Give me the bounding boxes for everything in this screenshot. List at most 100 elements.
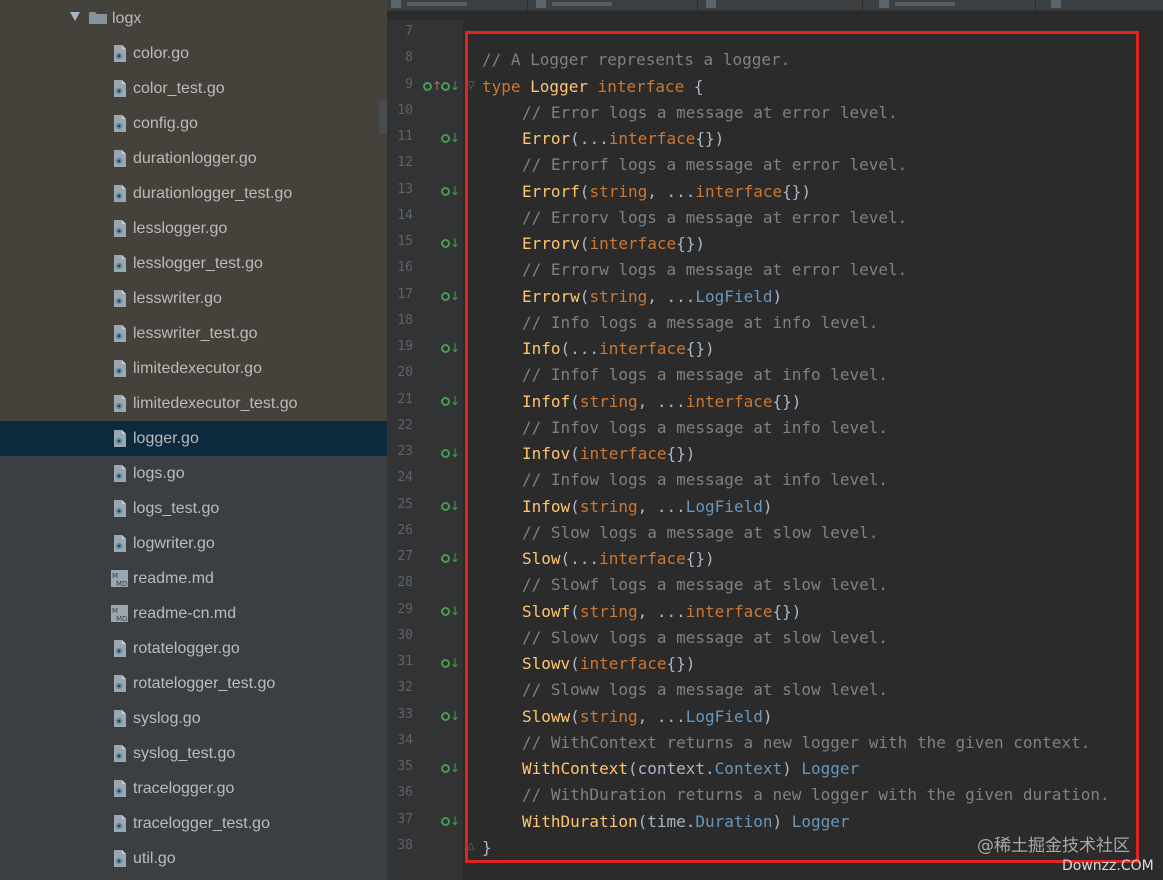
implemented-marker-icon[interactable] (441, 501, 450, 511)
implemented-marker-icon[interactable] (441, 659, 450, 668)
go-to-implementation-icon[interactable]: ↓ (450, 500, 460, 512)
code-line[interactable]: Info(...interface{}) (522, 336, 715, 362)
code-line[interactable]: Errorf(string, ...interface{}) (522, 179, 811, 205)
code-line[interactable]: // Infof logs a message at info level. (522, 362, 888, 388)
tree-file-item[interactable]: limitedexecutor_test.go (0, 386, 387, 421)
implemented-marker-icon[interactable] (441, 449, 450, 458)
code-line[interactable]: Errorv(interface{}) (522, 231, 705, 257)
tree-file-item[interactable]: color_test.go (0, 71, 387, 106)
tree-file-item[interactable]: rotatelogger.go (0, 631, 387, 666)
tree-file-item[interactable]: tracelogger.go (0, 771, 387, 806)
code-line[interactable]: Infof(string, ...interface{}) (522, 389, 801, 415)
implemented-marker-icon[interactable] (441, 134, 450, 143)
go-to-implementation-icon[interactable]: ↓ (450, 237, 460, 249)
fold-marker-icon[interactable]: ▽ (467, 80, 475, 91)
implemented-marker-icon[interactable] (441, 396, 450, 406)
tree-file-item[interactable]: tracelogger_test.go (0, 806, 387, 841)
go-to-implementation-icon[interactable]: ↓ (450, 762, 460, 774)
tree-file-item[interactable]: rotatelogger_test.go (0, 666, 387, 701)
tree-file-item[interactable]: logwriter.go (0, 526, 387, 561)
implemented-marker-icon[interactable] (441, 711, 450, 721)
code-line[interactable]: Slowv(interface{}) (522, 651, 695, 677)
code-line[interactable]: // Slowf logs a message at slow level. (522, 572, 888, 598)
tree-file-item[interactable]: limitedexecutor.go (0, 351, 387, 386)
tree-file-item[interactable]: logs.go (0, 456, 387, 491)
tree-file-item[interactable]: durationlogger_test.go (0, 176, 387, 211)
code-line[interactable]: Slow(...interface{}) (522, 546, 715, 572)
tree-file-item[interactable]: M MD readme.md (0, 561, 387, 596)
code-line[interactable]: // Errorf logs a message at error level. (522, 152, 907, 178)
go-to-implementation-icon[interactable]: ↓ (450, 710, 460, 722)
code-token-plain: ) (762, 706, 773, 726)
code-line[interactable]: // Errorv logs a message at error level. (522, 205, 907, 231)
go-to-implementation-icon[interactable]: ↓ (450, 552, 460, 564)
implemented-marker-icon[interactable] (441, 239, 450, 248)
go-to-implementation-icon[interactable]: ↓ (450, 447, 460, 459)
go-to-implementation-icon[interactable]: ↓ (450, 185, 460, 197)
go-to-implementation-icon[interactable]: ↓ (450, 395, 460, 407)
code-line[interactable]: Error(...interface{}) (522, 126, 724, 152)
go-to-implementation-icon[interactable]: ↓ (450, 815, 460, 827)
implemented-marker-icon[interactable] (441, 81, 450, 91)
implemented-marker-icon[interactable] (441, 186, 450, 196)
tree-file-item[interactable]: util.go (0, 841, 387, 876)
editor-tab[interactable] (387, 0, 528, 10)
tree-file-item[interactable]: logger.go (0, 421, 387, 456)
code-line[interactable]: Infov(interface{}) (522, 441, 695, 467)
fold-marker-icon[interactable]: △ (467, 841, 475, 852)
go-to-implementation-icon[interactable]: ↓ (450, 605, 460, 617)
code-line[interactable]: // Slowv logs a message at slow level. (522, 625, 888, 651)
go-to-super-icon[interactable]: ↑ (432, 80, 442, 92)
tree-file-item[interactable]: config.go (0, 106, 387, 141)
code-line[interactable]: // WithContext returns a new logger with… (522, 730, 1090, 756)
editor-gutter[interactable]: 7 8 9 ↓ ↑ 10 11 ↓ 12 13 ↓ 14 15 ↓ 16 17 ↓ 18 19 ↓ 20 21 ↓ 22 23 ↓… (387, 20, 463, 880)
tree-file-item[interactable]: durationlogger.go (0, 141, 387, 176)
editor-tab[interactable] (1047, 0, 1163, 10)
code-line[interactable]: // Sloww logs a message at slow level. (522, 677, 888, 703)
code-line[interactable]: Infow(string, ...LogField) (522, 494, 772, 520)
code-line[interactable]: WithContext(context.Context) Logger (522, 756, 859, 782)
go-to-implementation-icon[interactable]: ↓ (450, 657, 460, 669)
tree-file-item[interactable]: syslog_test.go (0, 736, 387, 771)
code-line[interactable]: // Slow logs a message at slow level. (522, 520, 878, 546)
code-line[interactable]: Slowf(string, ...interface{}) (522, 599, 801, 625)
code-line[interactable]: // A Logger represents a logger. (482, 47, 790, 73)
code-line[interactable]: Sloww(string, ...LogField) (522, 704, 772, 730)
tree-folder-logx[interactable]: logx (0, 1, 387, 36)
tree-file-item[interactable]: syslog.go (0, 701, 387, 736)
code-line[interactable]: WithDuration(time.Duration) Logger (522, 809, 850, 835)
code-line[interactable]: // Infov logs a message at info level. (522, 415, 888, 441)
implemented-marker-icon[interactable] (441, 816, 450, 826)
code-line[interactable]: // Error logs a message at error level. (522, 100, 898, 126)
go-to-implementation-icon[interactable]: ↓ (450, 342, 460, 354)
implements-marker-icon[interactable] (423, 81, 432, 91)
implemented-marker-icon[interactable] (441, 554, 450, 563)
code-line[interactable]: } (482, 835, 492, 861)
tree-file-item[interactable]: lesslogger.go (0, 211, 387, 246)
editor-tab[interactable] (532, 0, 698, 10)
editor-tab[interactable] (875, 0, 1036, 10)
go-to-implementation-icon[interactable]: ↓ (450, 290, 460, 302)
implemented-marker-icon[interactable] (441, 606, 450, 616)
code-line[interactable]: Errorw(string, ...LogField) (522, 284, 782, 310)
code-line[interactable]: type Logger interface { (482, 74, 704, 100)
implemented-marker-icon[interactable] (441, 344, 450, 353)
implemented-marker-icon[interactable] (441, 764, 450, 773)
code-editor[interactable]: 7 8 9 ↓ ↑ 10 11 ↓ 12 13 ↓ 14 15 ↓ 16 17 ↓ 18 19 ↓ 20 21 ↓ 22 23 ↓… (387, 0, 1163, 880)
expand-arrow-icon[interactable] (70, 12, 80, 21)
editor-tab[interactable] (702, 0, 863, 10)
tree-scrollbar[interactable] (379, 100, 387, 134)
tree-file-item[interactable]: M MD readme-cn.md (0, 596, 387, 631)
code-line[interactable]: // Infow logs a message at info level. (522, 467, 888, 493)
implemented-marker-icon[interactable] (441, 291, 450, 301)
go-to-implementation-icon[interactable]: ↓ (450, 80, 460, 92)
tree-file-item[interactable]: lesswriter.go (0, 281, 387, 316)
code-line[interactable]: // Info logs a message at info level. (522, 310, 878, 336)
code-line[interactable]: // WithDuration returns a new logger wit… (522, 782, 1110, 808)
go-to-implementation-icon[interactable]: ↓ (450, 132, 460, 144)
tree-file-item[interactable]: lesslogger_test.go (0, 246, 387, 281)
code-line[interactable]: // Errorw logs a message at error level. (522, 257, 907, 283)
tree-file-item[interactable]: logs_test.go (0, 491, 387, 526)
tree-file-item[interactable]: color.go (0, 36, 387, 71)
tree-file-item[interactable]: lesswriter_test.go (0, 316, 387, 351)
